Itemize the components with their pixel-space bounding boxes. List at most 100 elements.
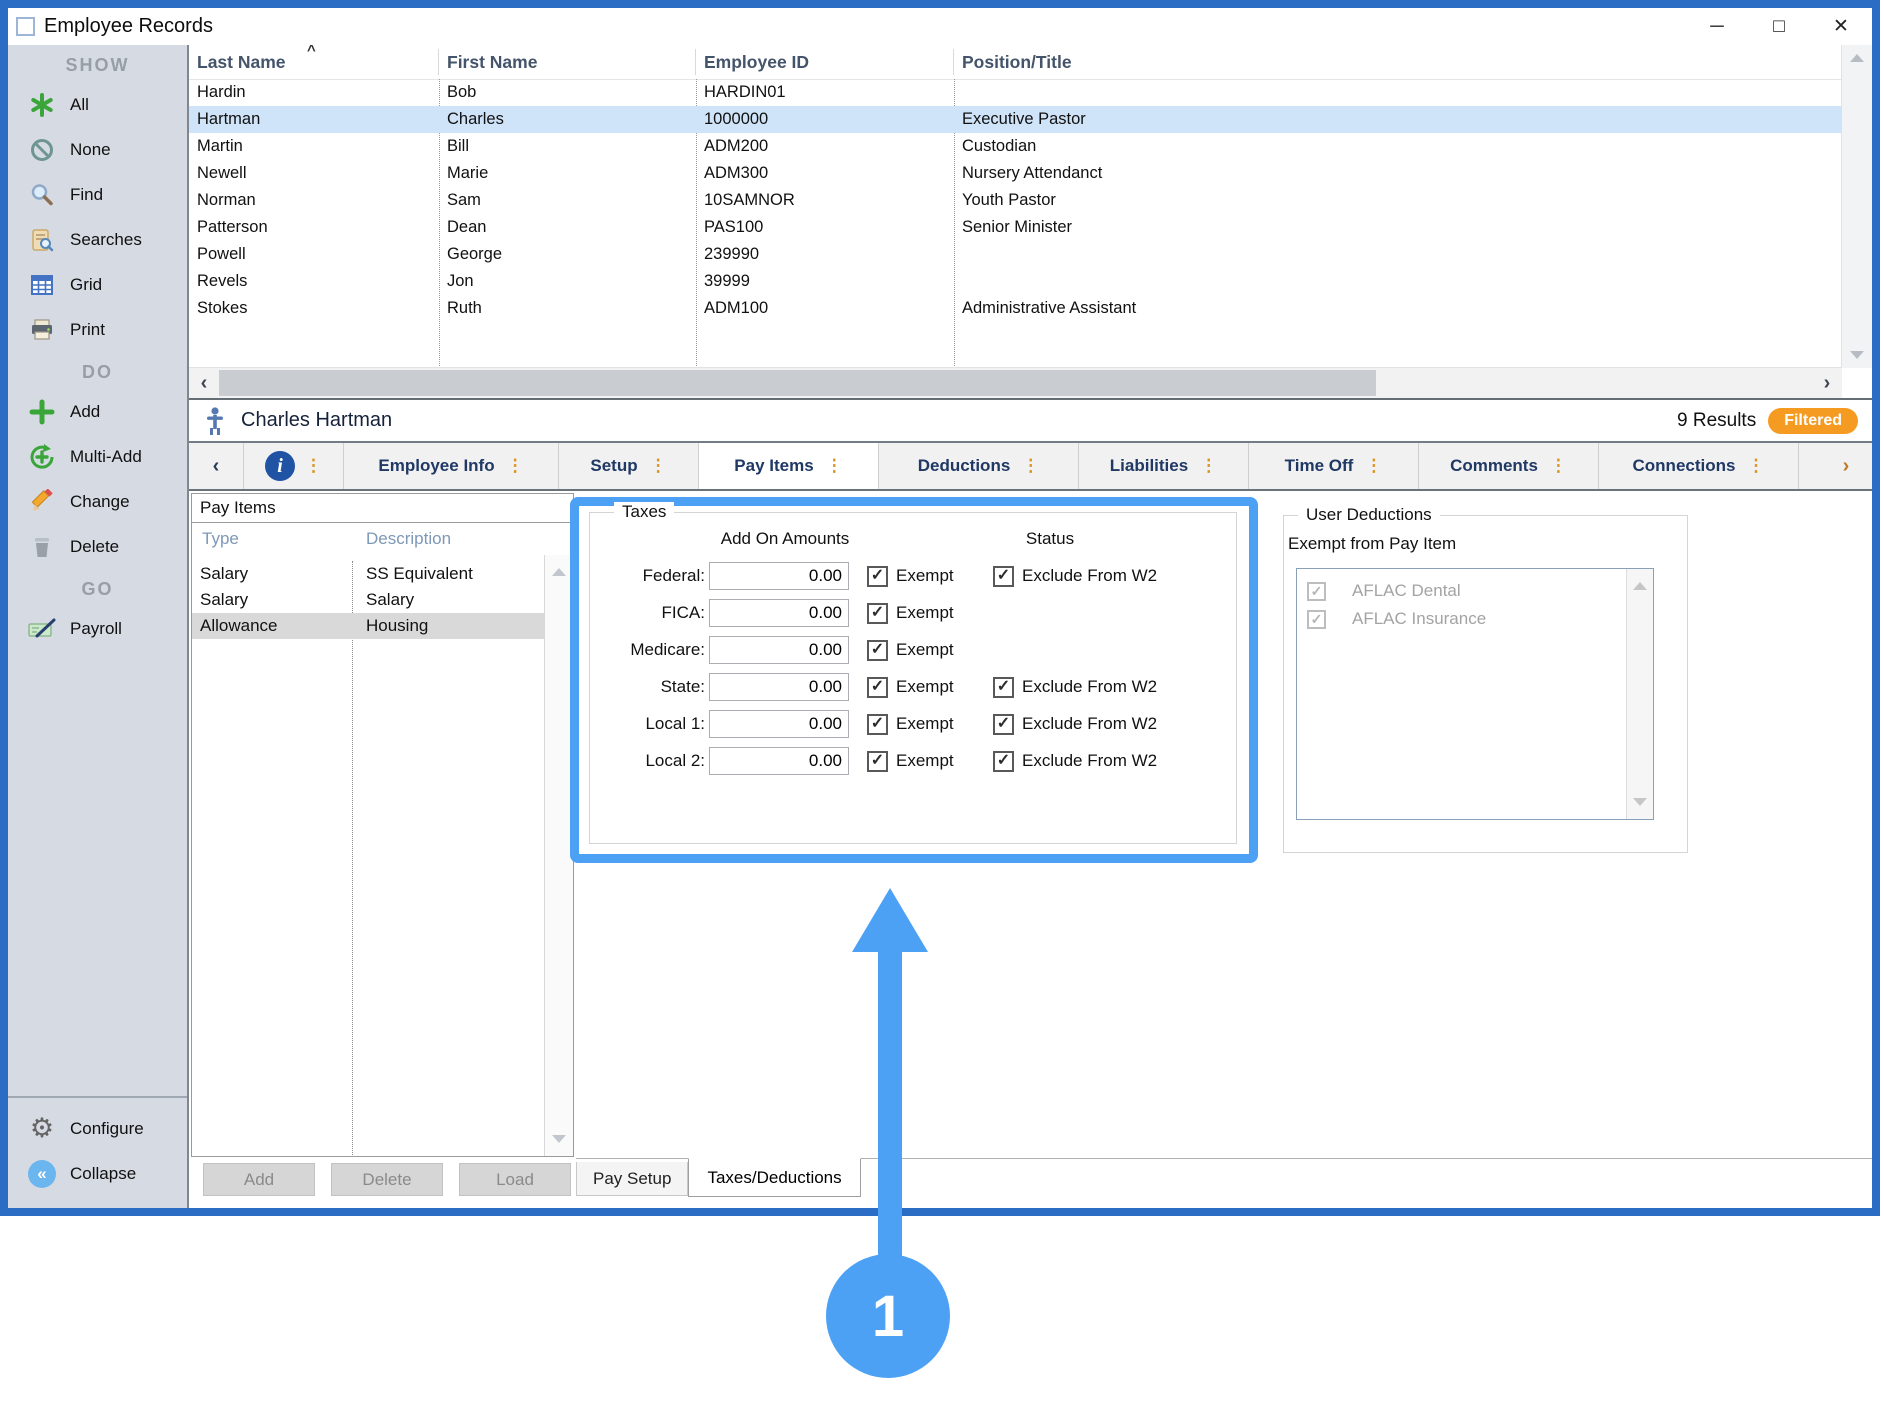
tab-menu-dots-icon[interactable]: ⋮ xyxy=(1550,456,1567,476)
column-header-first-name[interactable]: First Name xyxy=(439,45,696,79)
state-exempt-checkbox[interactable] xyxy=(867,677,888,698)
tab-pay-items[interactable]: Pay Items ⋮ xyxy=(699,443,879,489)
column-header-position-title[interactable]: Position/Title xyxy=(954,45,1842,79)
tab-liabilities[interactable]: Liabilities ⋮ xyxy=(1079,443,1249,489)
tab-time-off[interactable]: Time Off ⋮ xyxy=(1249,443,1419,489)
local1-exempt-checkbox[interactable] xyxy=(867,714,888,735)
delete-pay-item-button[interactable]: Delete xyxy=(331,1163,443,1196)
tab-pay-setup[interactable]: Pay Setup xyxy=(576,1162,688,1196)
federal-exclude-w2-checkbox[interactable] xyxy=(993,566,1014,587)
table-row[interactable]: StokesRuthADM100Administrative Assistant xyxy=(189,295,1842,322)
scroll-up-icon[interactable] xyxy=(545,559,573,585)
tab-menu-dots-icon[interactable]: ⋮ xyxy=(1200,456,1217,476)
sidebar-item-change[interactable]: Change xyxy=(8,479,187,524)
close-button[interactable]: ✕ xyxy=(1810,8,1872,45)
sidebar-label: Delete xyxy=(70,537,119,557)
federal-amount-input[interactable] xyxy=(709,562,849,590)
tab-employee-info[interactable]: Employee Info ⋮ xyxy=(344,443,559,489)
tab-taxes-deductions[interactable]: Taxes/Deductions xyxy=(688,1158,860,1197)
scroll-up-icon[interactable] xyxy=(1627,573,1653,599)
sidebar-item-print[interactable]: Print xyxy=(8,307,187,352)
sidebar-item-all[interactable]: All xyxy=(8,82,187,127)
filtered-badge[interactable]: Filtered xyxy=(1768,408,1858,434)
sidebar-item-find[interactable]: Find xyxy=(8,172,187,217)
list-item[interactable]: AFLAC Dental xyxy=(1297,577,1627,605)
scroll-down-icon[interactable] xyxy=(1842,342,1872,368)
tab-menu-dots-icon[interactable]: ⋮ xyxy=(1365,456,1382,476)
tab-menu-dots-icon[interactable]: ⋮ xyxy=(507,456,524,476)
column-header-description[interactable]: Description xyxy=(352,529,451,549)
horizontal-scrollbar[interactable]: ‹ › xyxy=(189,367,1842,398)
table-row[interactable]: RevelsJon39999 xyxy=(189,268,1842,295)
sort-ascending-icon: ^ xyxy=(307,42,316,59)
medicare-exempt-checkbox[interactable] xyxy=(867,640,888,661)
state-exclude-w2-checkbox[interactable] xyxy=(993,677,1014,698)
load-pay-item-button[interactable]: Load xyxy=(459,1163,571,1196)
sidebar-item-collapse[interactable]: « Collapse xyxy=(8,1151,187,1196)
sidebar-item-grid[interactable]: Grid xyxy=(8,262,187,307)
scroll-down-icon[interactable] xyxy=(1627,789,1653,815)
scroll-right-icon[interactable]: › xyxy=(1812,368,1842,398)
column-header-employee-id[interactable]: Employee ID xyxy=(696,45,954,79)
sidebar-item-payroll[interactable]: Payroll xyxy=(8,606,187,651)
tab-menu-dots-icon[interactable]: ⋮ xyxy=(650,456,667,476)
tab-comments[interactable]: Comments ⋮ xyxy=(1419,443,1599,489)
aflac-dental-checkbox[interactable] xyxy=(1307,582,1326,601)
tab-menu-dots-icon[interactable]: ⋮ xyxy=(305,456,322,476)
table-row[interactable]: NormanSam10SAMNORYouth Pastor xyxy=(189,187,1842,214)
scroll-up-icon[interactable] xyxy=(1842,45,1872,71)
sidebar-item-configure[interactable]: ⚙ Configure xyxy=(8,1106,187,1151)
tab-deductions[interactable]: Deductions ⋮ xyxy=(879,443,1079,489)
tab-scroll-right-button[interactable]: › xyxy=(1820,443,1872,489)
tab-info-button[interactable]: i ⋮ xyxy=(244,443,344,489)
tab-menu-dots-icon[interactable]: ⋮ xyxy=(826,456,843,476)
taxes-rows: Federal: Exempt Exclude From W2 FICA: Ex… xyxy=(590,561,1236,783)
selected-employee-name: Charles Hartman xyxy=(241,409,392,432)
sidebar-item-multi-add[interactable]: Multi-Add xyxy=(8,434,187,479)
table-row[interactable]: HardinBobHARDIN01 xyxy=(189,79,1842,106)
local1-exclude-w2-checkbox[interactable] xyxy=(993,714,1014,735)
table-row[interactable]: NewellMarieADM300Nursery Attendanct xyxy=(189,160,1842,187)
add-pay-item-button[interactable]: Add xyxy=(203,1163,315,1196)
sidebar-item-delete[interactable]: Delete xyxy=(8,524,187,569)
tab-setup[interactable]: Setup ⋮ xyxy=(559,443,699,489)
table-row[interactable]: PattersonDeanPAS100Senior Minister xyxy=(189,214,1842,241)
maximize-button[interactable]: □ xyxy=(1748,8,1810,45)
local2-exclude-w2-checkbox[interactable] xyxy=(993,751,1014,772)
tab-menu-dots-icon[interactable]: ⋮ xyxy=(1747,456,1764,476)
pay-items-scrollbar[interactable] xyxy=(544,555,573,1156)
medicare-amount-input[interactable] xyxy=(709,636,849,664)
exempt-label: Exempt xyxy=(896,677,954,697)
vertical-scrollbar[interactable] xyxy=(1841,45,1872,368)
tab-scroll-left-button[interactable]: ‹ xyxy=(189,443,244,489)
table-row[interactable]: PowellGeorge239990 xyxy=(189,241,1842,268)
list-item[interactable]: Salary SS Equivalent xyxy=(192,561,545,587)
aflac-insurance-checkbox[interactable] xyxy=(1307,610,1326,629)
list-item[interactable]: AFLAC Insurance xyxy=(1297,605,1627,633)
sidebar-item-searches[interactable]: Searches xyxy=(8,217,187,262)
tab-connections[interactable]: Connections ⋮ xyxy=(1599,443,1799,489)
table-row-selected[interactable]: HartmanCharles1000000Executive Pastor xyxy=(189,106,1842,133)
scroll-left-icon[interactable]: ‹ xyxy=(189,368,219,398)
local1-amount-input[interactable] xyxy=(709,710,849,738)
scrollbar-thumb[interactable] xyxy=(219,370,1376,396)
sidebar-item-none[interactable]: None xyxy=(8,127,187,172)
list-item-selected[interactable]: Allowance Housing xyxy=(192,613,545,639)
scroll-down-icon[interactable] xyxy=(545,1126,573,1152)
local2-exempt-checkbox[interactable] xyxy=(867,751,888,772)
column-header-last-name[interactable]: Last Name ^ xyxy=(189,45,439,79)
table-row[interactable]: MartinBillADM200Custodian xyxy=(189,133,1842,160)
tab-menu-dots-icon[interactable]: ⋮ xyxy=(1022,456,1039,476)
federal-exempt-checkbox[interactable] xyxy=(867,566,888,587)
minimize-button[interactable]: ─ xyxy=(1686,8,1748,45)
fica-amount-input[interactable] xyxy=(709,599,849,627)
state-amount-input[interactable] xyxy=(709,673,849,701)
sidebar-item-add[interactable]: Add xyxy=(8,389,187,434)
sidebar-label: Configure xyxy=(70,1119,144,1139)
local2-amount-input[interactable] xyxy=(709,747,849,775)
column-header-type[interactable]: Type xyxy=(192,529,352,549)
user-deductions-scrollbar[interactable] xyxy=(1626,569,1653,819)
fica-exempt-checkbox[interactable] xyxy=(867,603,888,624)
list-item[interactable]: Salary Salary xyxy=(192,587,545,613)
tax-label: State: xyxy=(590,677,705,697)
